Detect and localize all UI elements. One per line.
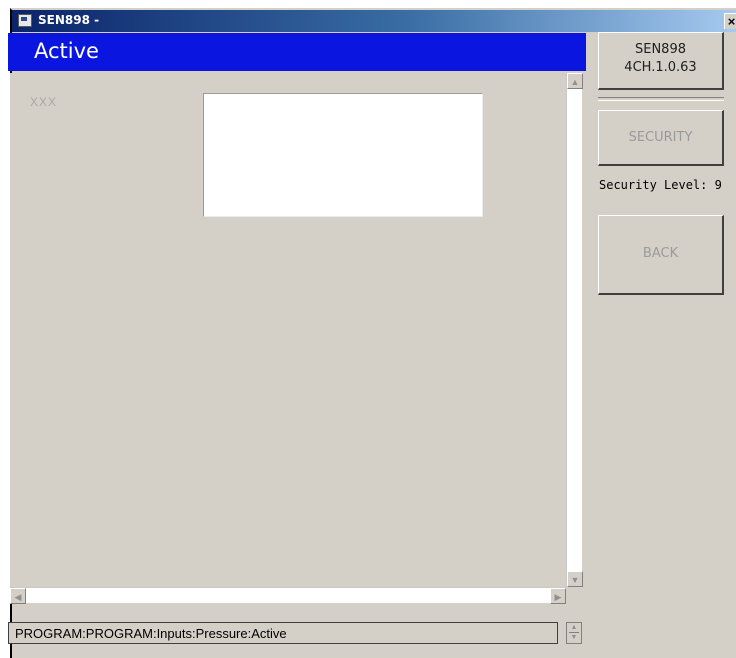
content-panel: XXX bbox=[10, 73, 566, 587]
device-model: SEN898 bbox=[634, 42, 686, 57]
status-down-arrow-icon[interactable]: ▼ bbox=[567, 633, 581, 642]
sidebar-divider bbox=[598, 97, 724, 101]
status-up-arrow-icon[interactable]: ▲ bbox=[567, 623, 581, 632]
scroll-left-button[interactable]: ◀ bbox=[10, 588, 26, 604]
device-version: 4CH.1.0.63 bbox=[624, 60, 697, 75]
screen-title: Active bbox=[34, 39, 99, 63]
security-button[interactable]: SECURITY bbox=[598, 110, 724, 166]
title-bar[interactable]: SEN898 - × bbox=[12, 10, 736, 32]
horizontal-scrollbar[interactable]: ◀ ▶ bbox=[10, 587, 566, 604]
window-title: SEN898 - bbox=[38, 13, 100, 27]
scroll-down-button[interactable]: ▼ bbox=[567, 571, 583, 587]
status-path: PROGRAM:PROGRAM:Inputs:Pressure:Active bbox=[15, 626, 287, 641]
close-button[interactable]: × bbox=[724, 13, 736, 29]
screen-header: Active bbox=[8, 33, 586, 71]
status-spinner[interactable]: ▲ ▼ bbox=[566, 622, 582, 644]
back-button[interactable]: BACK bbox=[598, 215, 724, 295]
placeholder-label: XXX bbox=[30, 95, 58, 109]
scroll-up-button[interactable]: ▲ bbox=[567, 73, 583, 89]
status-bar: PROGRAM:PROGRAM:Inputs:Pressure:Active bbox=[8, 622, 558, 644]
security-level-label: Security Level: 9 bbox=[599, 178, 722, 192]
version-box: SEN898 4CH.1.0.63 bbox=[598, 32, 724, 90]
value-display[interactable] bbox=[203, 93, 483, 217]
scroll-right-button[interactable]: ▶ bbox=[550, 588, 566, 604]
app-icon bbox=[18, 14, 32, 27]
vertical-scrollbar[interactable]: ▲ ▼ bbox=[566, 73, 583, 587]
